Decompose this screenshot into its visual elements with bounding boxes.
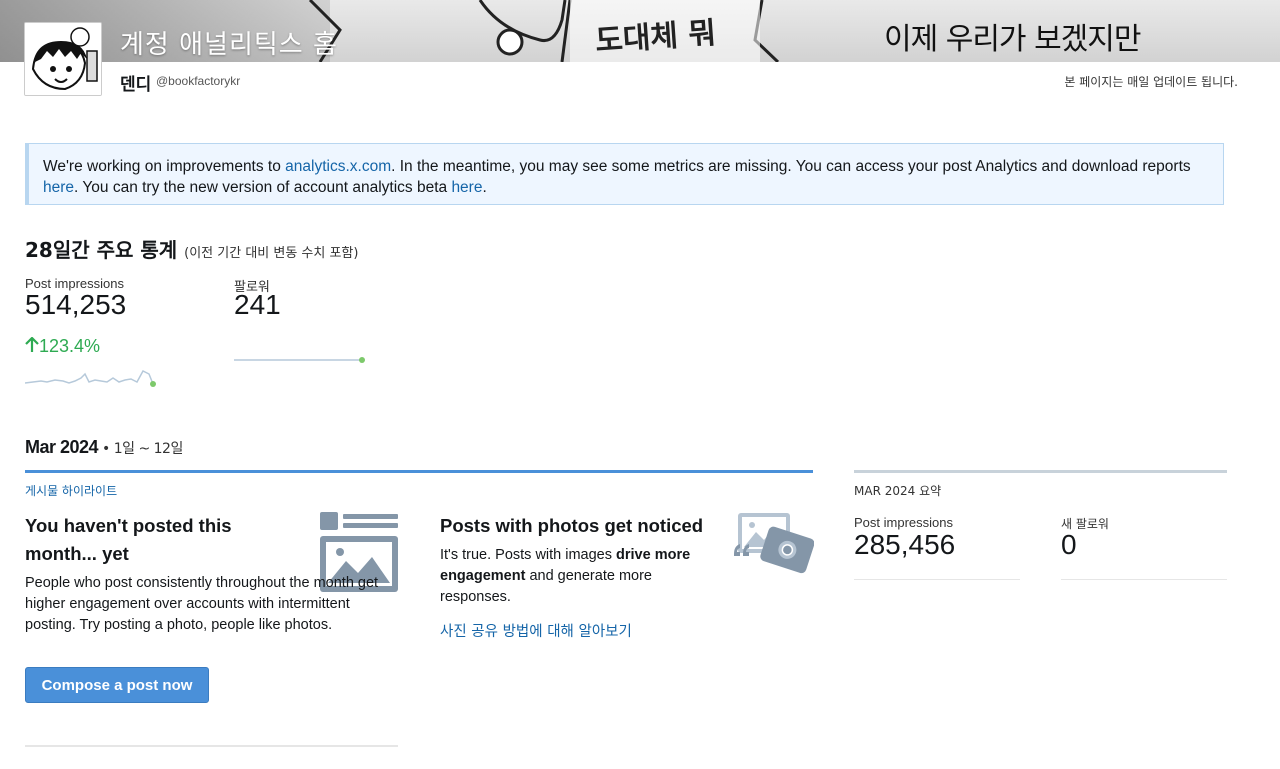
card-no-posts-body: People who post consistently throughout … <box>25 575 379 633</box>
user-handle[interactable]: @bookfactorykr <box>156 74 240 88</box>
card-no-posts-title: You haven't posted this month... yet <box>25 515 232 564</box>
impressions-value: 514,253 <box>25 289 127 320</box>
impressions-change: 123.4% <box>25 336 100 357</box>
impressions-change-value: 123.4% <box>39 336 101 356</box>
impressions-sparkline <box>25 370 156 387</box>
avatar[interactable] <box>24 22 102 96</box>
summary-28d-heading: 28일간 주요 통계 <box>25 238 178 262</box>
month-title: Mar 2024 • 1일 ~ 12일 <box>25 437 183 458</box>
analytics-beta-link[interactable]: here <box>451 179 482 196</box>
card-divider <box>25 745 398 747</box>
notice-text-3: . You can try the new version of account… <box>74 179 452 196</box>
arrow-up-icon <box>25 336 39 352</box>
analytics-link[interactable]: analytics.x.com <box>285 158 391 175</box>
summary-divider <box>854 470 1227 473</box>
notice-text-1: We're working on improvements to <box>43 158 286 175</box>
month-followers-value: 0 <box>1061 529 1077 560</box>
notice-text-4: . <box>482 179 487 196</box>
month-impressions-value: 285,456 <box>854 529 956 560</box>
photo-sharing-link[interactable]: 사진 공유 방법에 대해 알아보기 <box>440 620 632 641</box>
header-banner: 도대체 뭐 이제 우리가 보겠지만 계정 애널리틱스 홈 <box>0 0 1280 62</box>
user-name: 덴디 <box>120 75 152 95</box>
month-followers-divider <box>1061 579 1227 580</box>
compose-post-button[interactable]: Compose a post now <box>25 667 209 703</box>
card-photos-body-1: It's true. Posts with images <box>440 547 617 563</box>
page-title: 계정 애널리틱스 홈 <box>120 30 338 60</box>
month-summary-label: MAR 2024 요약 <box>854 484 942 498</box>
post-highlights-label: 게시물 하이라이트 <box>25 484 118 498</box>
followers-value: 241 <box>234 289 281 320</box>
followers-sparkline <box>234 357 365 363</box>
month-range: • 1일 ~ 12일 <box>98 441 183 457</box>
update-note: 본 페이지는 매일 업데이트 됩니다. <box>1064 75 1238 89</box>
notice-text-2: . In the meantime, you may see some metr… <box>391 158 1191 175</box>
banner-comic-text-left: 도대체 뭐 <box>594 15 718 60</box>
banner-comic-art <box>308 0 780 62</box>
card-photos-title: Posts with photos get noticed <box>440 515 704 536</box>
improvement-notice: We're working on improvements to analyti… <box>25 143 1224 205</box>
month-name: Mar 2024 <box>25 437 99 457</box>
card-photos-body: It's true. Posts with images drive more … <box>440 545 725 608</box>
banner-comic-text: 이제 우리가 보겠지만 <box>884 22 1141 57</box>
summary-28d-title: 28일간 주요 통계 (이전 기간 대비 변동 수치 포함) <box>25 234 358 263</box>
highlights-divider <box>25 470 813 473</box>
month-impressions-label: Post impressions <box>854 515 953 530</box>
summary-28d-subtitle: (이전 기간 대비 변동 수치 포함) <box>184 246 359 261</box>
post-analytics-link[interactable]: here <box>43 179 74 196</box>
photo-stack-icon <box>734 513 814 574</box>
month-impressions-divider <box>854 579 1020 580</box>
